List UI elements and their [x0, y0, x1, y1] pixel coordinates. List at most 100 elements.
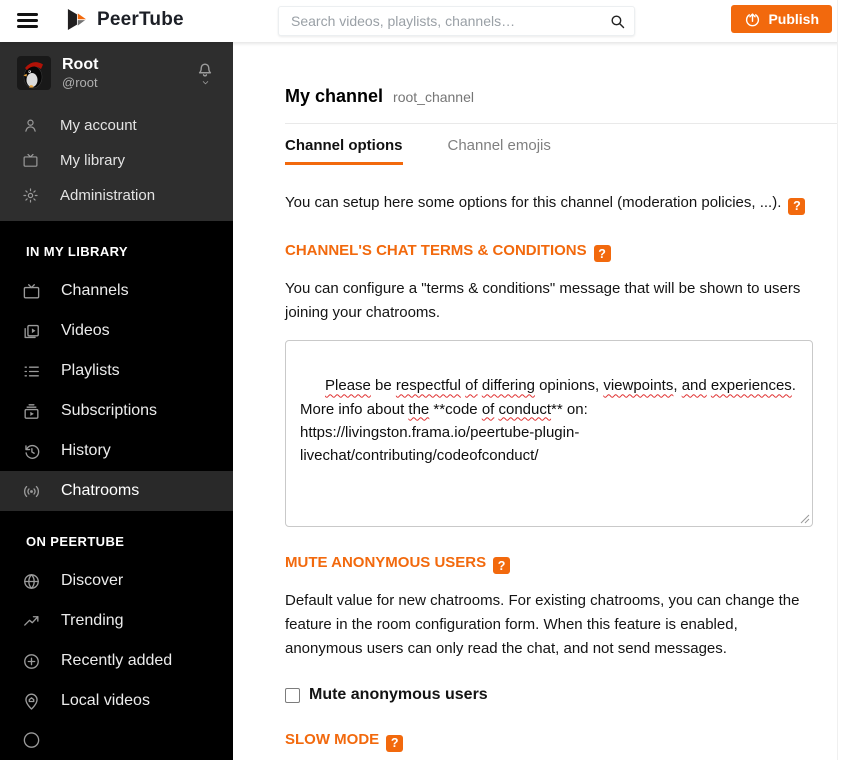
- main-content: My channel root_channel Channel options C…: [233, 42, 837, 760]
- page-title: My channel: [285, 86, 384, 106]
- terms-textarea[interactable]: Please be respectful of differing opinio…: [285, 340, 813, 527]
- sidebar-item-label: My library: [60, 152, 126, 169]
- sidebar-item-partial[interactable]: [0, 718, 233, 758]
- sidebar-item-trending[interactable]: Trending: [0, 601, 233, 641]
- gear-icon: [22, 187, 39, 204]
- subscriptions-icon: [22, 402, 41, 421]
- sidebar-item-videos[interactable]: Videos: [0, 311, 233, 351]
- divider: [285, 123, 837, 124]
- sidebar-item-label: Discover: [61, 572, 124, 589]
- sidebar-item-label: Videos: [61, 322, 110, 339]
- misspelled-word: experiences: [710, 377, 792, 395]
- search-box: [278, 6, 635, 36]
- notifications-button[interactable]: [195, 59, 215, 88]
- sidebar-item-label: History: [61, 442, 111, 459]
- mute-checkbox[interactable]: [285, 687, 300, 703]
- home-pin-icon: [22, 692, 41, 711]
- user-name: Root: [62, 56, 99, 73]
- page-head: My channel root_channel: [285, 86, 837, 107]
- help-icon[interactable]: ?: [788, 197, 806, 215]
- tab-channel-emojis[interactable]: Channel emojis: [448, 137, 551, 165]
- misspelled-word: conduct: [498, 400, 552, 418]
- misspelled-word: of: [465, 377, 478, 395]
- chevron-down-icon: [202, 80, 208, 84]
- circle-icon: [22, 729, 41, 748]
- section-title-slow-mode: SLOW MODE?: [285, 731, 813, 752]
- textarea-text: opinions,: [534, 377, 604, 395]
- plus-circle-icon: [22, 652, 41, 671]
- sidebar-item-label: Administration: [60, 187, 156, 204]
- mute-checkbox-label: Mute anonymous users: [309, 686, 488, 704]
- help-icon[interactable]: ?: [493, 557, 511, 575]
- history-icon: [22, 442, 41, 461]
- sidebar-item-recently-added[interactable]: Recently added: [0, 641, 233, 681]
- help-icon[interactable]: ?: [386, 734, 404, 752]
- trending-icon: [22, 612, 41, 631]
- sidebar-item-label: Playlists: [61, 362, 120, 379]
- publish-label: Publish: [768, 11, 819, 27]
- bell-icon: [198, 62, 212, 77]
- user-handle: @root: [62, 75, 98, 90]
- misspelled-word: viewpoints: [603, 377, 674, 395]
- avatar: [17, 56, 51, 90]
- misspelled-word: differing: [481, 377, 535, 395]
- upload-icon: [746, 12, 760, 26]
- textarea-text: ,: [673, 377, 682, 395]
- tab-channel-options[interactable]: Channel options: [285, 137, 403, 165]
- section-title-terms: CHANNEL'S CHAT TERMS & CONDITIONS?: [285, 242, 813, 262]
- tab-bar: Channel options Channel emojis: [285, 137, 837, 165]
- playlist-icon: [22, 362, 41, 381]
- sidebar-item-label: Channels: [61, 282, 129, 299]
- sidebar-item-label: Subscriptions: [61, 402, 158, 419]
- mute-checkbox-row: Mute anonymous users: [285, 686, 813, 704]
- sidebar-user-block: Root @root My account My library Administr…: [0, 42, 233, 221]
- hamburger-menu-icon[interactable]: [17, 11, 38, 30]
- sidebar-item-subscriptions[interactable]: Subscriptions: [0, 391, 233, 431]
- sidebar: Root @root My account My library Administr…: [0, 42, 233, 760]
- sidebar-item-local-videos[interactable]: Local videos: [0, 681, 233, 721]
- mute-description: Default value for new chatrooms. For exi…: [285, 592, 800, 658]
- sidebar-item-history[interactable]: History: [0, 431, 233, 471]
- globe-icon: [22, 572, 41, 591]
- page-subtitle: root_channel: [393, 89, 474, 105]
- sidebar-section-title: ON PEERTUBE: [26, 534, 125, 549]
- sidebar-item-label: Trending: [61, 612, 124, 629]
- search-input[interactable]: [279, 13, 600, 29]
- sidebar-item-discover[interactable]: Discover: [0, 561, 233, 601]
- user-row[interactable]: Root @root: [0, 42, 233, 104]
- brand-title: PeerTube: [97, 8, 184, 30]
- sidebar-section-title: IN MY LIBRARY: [26, 244, 128, 259]
- misspelled-word: Please: [325, 377, 371, 395]
- sidebar-item-label: Local videos: [61, 692, 150, 709]
- sidebar-item-chatrooms[interactable]: Chatrooms: [0, 471, 233, 511]
- sidebar-item-label: My account: [60, 117, 137, 134]
- misspelled-word: respectful: [395, 377, 461, 395]
- resize-handle[interactable]: [800, 514, 810, 524]
- misspelled-word: and: [681, 377, 707, 395]
- textarea-text: **code: [429, 400, 482, 418]
- sidebar-item-label: Chatrooms: [61, 482, 140, 499]
- terms-description: You can configure a "terms & conditions"…: [285, 280, 801, 321]
- sidebar-item-channels[interactable]: Channels: [0, 271, 233, 311]
- textarea-text: be: [370, 377, 396, 395]
- sidebar-item-administration[interactable]: Administration: [0, 178, 233, 213]
- play-triangle-icon: [67, 9, 87, 30]
- live-icon: [22, 482, 41, 501]
- tv-icon: [22, 152, 39, 169]
- search-icon[interactable]: [600, 7, 634, 35]
- videos-icon: [22, 322, 41, 341]
- sidebar-item-playlists[interactable]: Playlists: [0, 351, 233, 391]
- intro-text: You can setup here some options for this…: [285, 194, 813, 215]
- help-icon[interactable]: ?: [593, 245, 611, 262]
- misspelled-word: the: [408, 400, 430, 418]
- sidebar-item-label: Recently added: [61, 652, 173, 669]
- peertube-logo[interactable]: PeerTube: [66, 8, 184, 31]
- publish-button[interactable]: Publish: [731, 5, 832, 33]
- scrollbar[interactable]: [837, 0, 861, 760]
- tv-icon: [22, 282, 41, 301]
- misspelled-word: of: [481, 400, 495, 418]
- user-icon: [22, 117, 39, 134]
- top-header: PeerTube Publish: [0, 0, 861, 42]
- sidebar-item-my-account[interactable]: My account: [0, 108, 233, 143]
- sidebar-item-my-library[interactable]: My library: [0, 143, 233, 178]
